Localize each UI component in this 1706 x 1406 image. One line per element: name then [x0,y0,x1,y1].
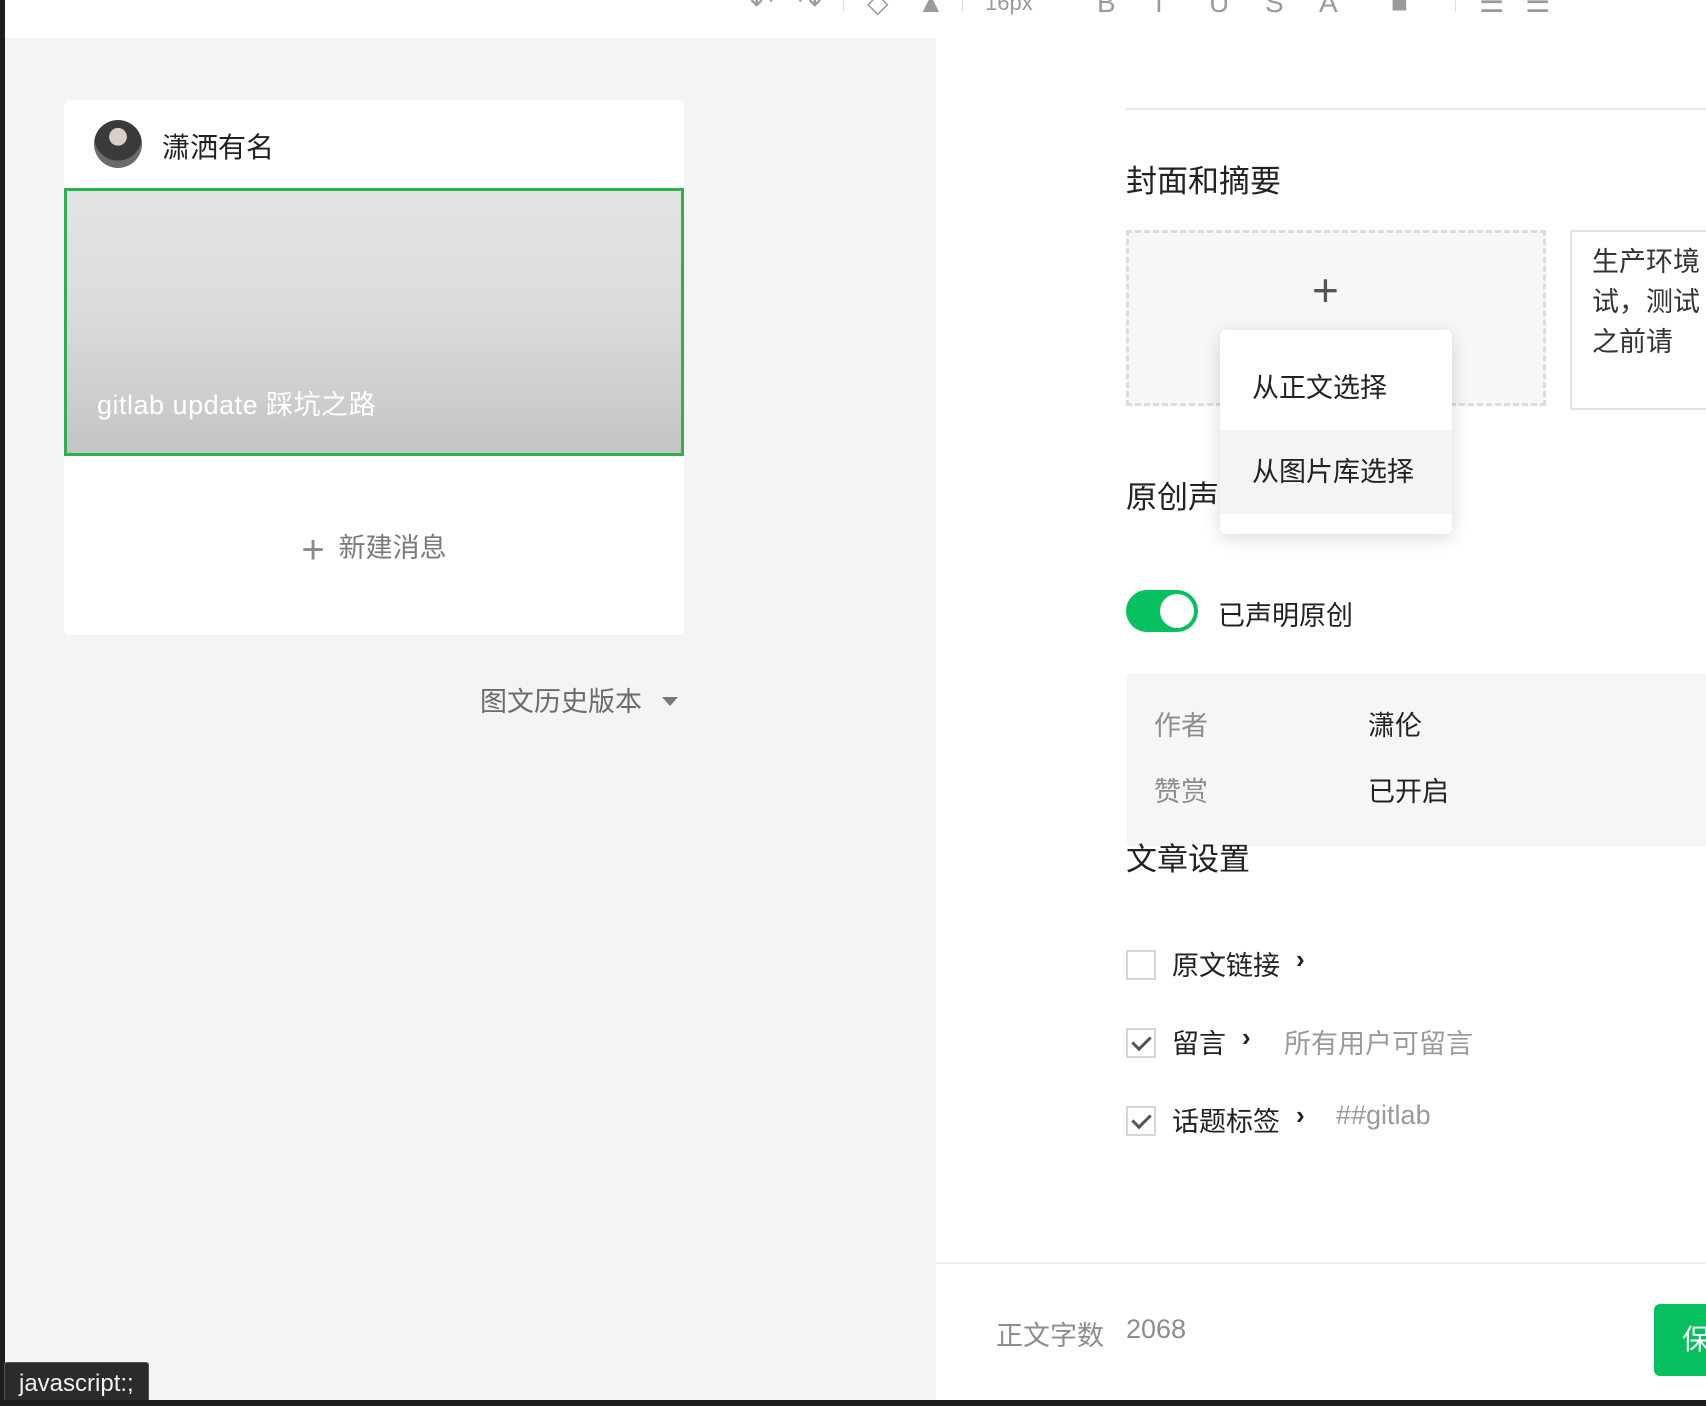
avatar [94,120,142,168]
history-label: 图文历史版本 [480,687,642,717]
strikethrough-icon[interactable]: S [1265,0,1284,18]
comments-checkbox[interactable] [1126,1028,1156,1058]
toolbar-separator [1455,0,1456,12]
comments-value: 所有用户可留言 [1284,1029,1473,1059]
reward-value: 已开启 [1368,777,1449,807]
cover-source-menu: 从正文选择 从图片库选择 [1220,330,1452,534]
new-message-button[interactable]: + 新建消息 [64,526,684,573]
author-key: 作者 [1154,711,1208,741]
chevron-right-icon[interactable]: › [1296,1100,1305,1131]
underline-icon[interactable]: U [1209,0,1229,18]
original-toggle-label: 已声明原创 [1218,601,1353,631]
setting-label[interactable]: 话题标签 [1172,1100,1280,1139]
footer-bar: 正文字数 2068 保存 [936,1262,1706,1402]
summary-text: 生产环境 试，测试 之前请 [1592,242,1706,362]
toolbar-separator [962,0,963,12]
cover-section-title: 封面和摘要 [1126,164,1281,199]
window-edge [0,0,5,1406]
message-card: 潇洒有名 gitlab update 踩坑之路 + 新建消息 [64,100,684,635]
caret-down-icon [662,697,678,706]
divider [1126,108,1706,110]
toolbar-separator [843,0,844,12]
plus-icon: + [301,528,325,572]
settings-section-title: 文章设置 [1126,842,1250,877]
wordcount-value: 2068 [1126,1314,1187,1344]
editor-toolbar: ↶ ↷ ◇ ▲ 16px B I U S A ■ ☰ ☰ [5,0,1706,38]
setting-label[interactable]: 原文链接 [1172,944,1280,983]
chevron-right-icon[interactable]: › [1242,1022,1251,1053]
summary-line: 之前请 [1592,327,1673,357]
original-link-checkbox[interactable] [1126,950,1156,980]
align-icon[interactable]: ☰ [1479,0,1504,18]
menu-item-from-library[interactable]: 从图片库选择 [1220,430,1452,514]
font-size-select[interactable]: 16px [985,0,1033,18]
plus-icon: + [1312,264,1339,316]
new-message-label: 新建消息 [338,533,447,563]
redo-icon[interactable]: ↷ [798,0,821,18]
summary-line: 生产环境 [1592,247,1700,277]
save-button[interactable]: 保存 [1654,1304,1706,1376]
format-painter-icon[interactable]: ▲ [917,0,945,18]
account-name: 潇洒有名 [162,132,275,163]
article-title: gitlab update 踩坑之路 [97,390,377,420]
history-versions-button[interactable]: 图文历史版本 [480,680,678,719]
chevron-right-icon[interactable]: › [1296,944,1305,975]
reward-key: 赞赏 [1154,777,1208,807]
menu-item-from-content[interactable]: 从正文选择 [1220,346,1452,430]
toggle-knob [1160,594,1194,628]
wordcount-label: 正文字数 [996,1321,1104,1351]
summary-input[interactable]: 生产环境 试，测试 之前请 [1570,230,1706,410]
summary-line: 试，测试 [1592,287,1700,317]
background-color-icon[interactable]: ■ [1391,0,1408,18]
article-cover-item[interactable]: gitlab update 踩坑之路 [64,188,684,456]
bold-icon[interactable]: B [1097,0,1116,18]
topic-tags-checkbox[interactable] [1126,1106,1156,1136]
settings-panel: 封面和摘要 + 生产环境 试，测试 之前请 原创声明 从正文选择 从图片库选择 … [936,38,1706,1262]
topic-tags-value: ##gitlab [1336,1100,1431,1130]
undo-icon[interactable]: ↶ [750,0,773,18]
italic-icon[interactable]: I [1155,0,1163,18]
original-info-box[interactable]: 作者 潇伦 赞赏 已开启 [1126,674,1706,846]
font-color-icon[interactable]: A [1319,0,1338,18]
window-edge [0,1400,1706,1406]
setting-label[interactable]: 留言 [1172,1022,1226,1061]
line-height-icon[interactable]: ☰ [1525,0,1550,18]
original-toggle[interactable] [1126,590,1198,632]
author-value: 潇伦 [1368,711,1422,741]
clear-format-icon[interactable]: ◇ [867,0,889,18]
